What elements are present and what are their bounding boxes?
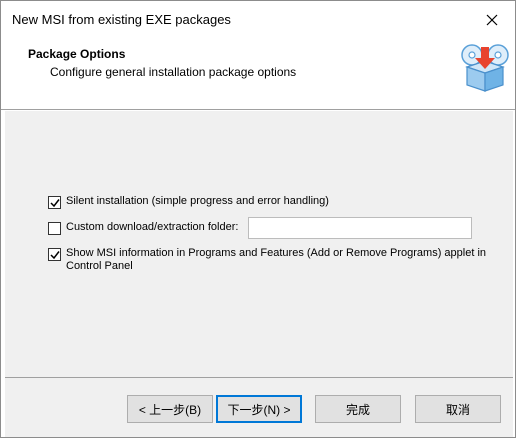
show-msi-info-label-line2: Control Panel xyxy=(66,260,133,272)
page-title: Package Options xyxy=(28,47,126,61)
custom-folder-checkbox[interactable] xyxy=(48,222,61,235)
wizard-window: New MSI from existing EXE packages Packa… xyxy=(0,0,516,438)
finish-button[interactable]: 完成 xyxy=(315,395,401,423)
window-title: New MSI from existing EXE packages xyxy=(12,12,231,27)
show-msi-info-label: Show MSI information in Programs and Fea… xyxy=(66,247,486,273)
cancel-button[interactable]: 取消 xyxy=(415,395,501,423)
header-divider xyxy=(1,109,515,110)
wizard-header: Package Options Configure general instal… xyxy=(1,38,515,109)
page-subtitle: Configure general installation package o… xyxy=(50,65,297,79)
custom-folder-input[interactable] xyxy=(248,217,472,239)
checkmark-icon xyxy=(49,250,60,259)
show-msi-info-checkbox[interactable] xyxy=(48,248,61,261)
close-icon xyxy=(486,14,498,25)
show-msi-info-option[interactable]: Show MSI information in Programs and Fea… xyxy=(48,247,486,273)
wizard-footer: < 上一步(B) 下一步(N) > 完成 取消 xyxy=(5,378,513,437)
options-panel: Silent installation (simple progress and… xyxy=(5,111,513,377)
close-button[interactable] xyxy=(469,1,515,38)
silent-installation-checkbox[interactable] xyxy=(48,196,61,209)
title-bar: New MSI from existing EXE packages xyxy=(1,1,515,38)
custom-folder-option[interactable]: Custom download/extraction folder: xyxy=(48,221,238,235)
next-button[interactable]: 下一步(N) > xyxy=(216,395,302,423)
custom-folder-label: Custom download/extraction folder: xyxy=(66,221,239,233)
show-msi-info-label-line1: Show MSI information in Programs and Fea… xyxy=(66,247,487,259)
silent-installation-option[interactable]: Silent installation (simple progress and… xyxy=(48,195,329,209)
back-button[interactable]: < 上一步(B) xyxy=(127,395,213,423)
silent-installation-label: Silent installation (simple progress and… xyxy=(66,195,329,207)
package-download-icon xyxy=(461,44,509,92)
checkmark-icon xyxy=(49,198,60,207)
